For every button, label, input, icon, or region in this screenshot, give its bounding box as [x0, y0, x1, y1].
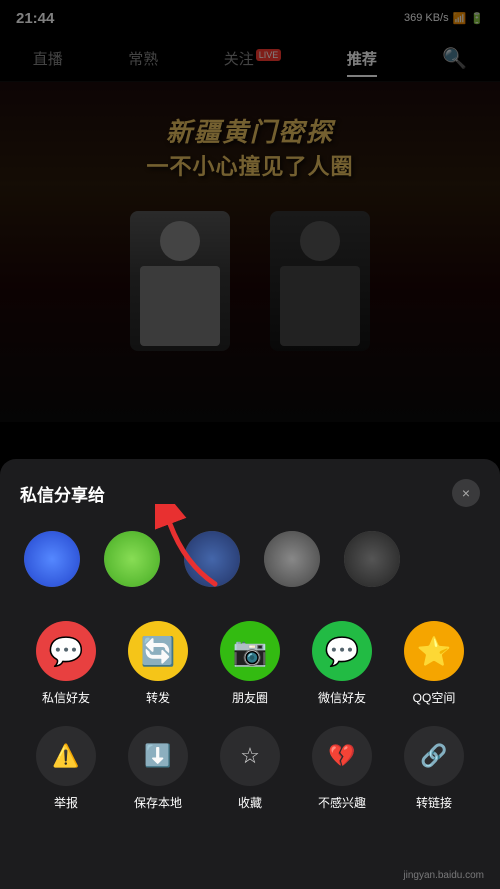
share-header: 私信分享给 ×: [20, 479, 480, 507]
avatar-blue: [24, 531, 80, 587]
contact-item-5[interactable]: [340, 531, 404, 593]
avatar-dark: [344, 531, 400, 587]
actions-row-2: ⚠️ 举报 ⬇️ 保存本地 ☆ 收藏 💔 不感兴趣 �: [20, 726, 480, 811]
repost-icon: 🔄: [141, 635, 176, 668]
arrow-indicator: [155, 504, 225, 599]
contacts-row: [20, 531, 480, 593]
action-circle-link: 🔗: [404, 726, 464, 786]
action-favorite[interactable]: ☆ 收藏: [220, 726, 280, 811]
action-label-save: 保存本地: [134, 794, 182, 811]
moments-icon: 📷: [233, 635, 268, 668]
contact-avatar-5: [344, 531, 400, 587]
favorite-icon: ☆: [240, 743, 260, 769]
action-qq-zone[interactable]: ⭐ QQ空间: [404, 621, 464, 706]
action-circle-favorite: ☆: [220, 726, 280, 786]
contact-avatar-2: [104, 531, 160, 587]
save-icon: ⬇️: [144, 743, 171, 769]
action-save-local[interactable]: ⬇️ 保存本地: [128, 726, 188, 811]
action-wechat[interactable]: 💬 微信好友: [312, 621, 372, 706]
action-report[interactable]: ⚠️ 举报: [36, 726, 96, 811]
contact-item-4[interactable]: [260, 531, 324, 593]
action-label-wechat: 微信好友: [318, 689, 366, 706]
not-interested-icon: 💔: [328, 743, 355, 769]
action-copy-link[interactable]: 🔗 转链接: [404, 726, 464, 811]
close-button[interactable]: ×: [452, 479, 480, 507]
action-circle-not-interested: 💔: [312, 726, 372, 786]
share-title: 私信分享给: [20, 481, 105, 506]
action-not-interested[interactable]: 💔 不感兴趣: [312, 726, 372, 811]
action-label-not-interested: 不感兴趣: [318, 794, 366, 811]
share-sheet: 私信分享给 ×: [0, 459, 500, 889]
action-circle-moments: 📷: [220, 621, 280, 681]
avatar-green: [104, 531, 160, 587]
action-label-private: 私信好友: [42, 689, 90, 706]
avatar-gray: [264, 531, 320, 587]
action-repost[interactable]: 🔄 转发: [128, 621, 188, 706]
contact-item-1[interactable]: [20, 531, 84, 593]
action-circle-repost: 🔄: [128, 621, 188, 681]
link-icon: 🔗: [420, 743, 447, 769]
action-circle-qq: ⭐: [404, 621, 464, 681]
wechat-icon: 💬: [325, 635, 360, 668]
action-circle-report: ⚠️: [36, 726, 96, 786]
contact-avatar-1: [24, 531, 80, 587]
report-icon: ⚠️: [52, 743, 79, 769]
qq-icon: ⭐: [417, 635, 452, 668]
action-moments[interactable]: 📷 朋友圈: [220, 621, 280, 706]
watermark: jingyan.baidu.com: [403, 870, 484, 881]
action-label-report: 举报: [54, 794, 78, 811]
action-circle-wechat: 💬: [312, 621, 372, 681]
action-label-qq: QQ空间: [413, 689, 456, 706]
action-label-favorite: 收藏: [238, 794, 262, 811]
action-private-message[interactable]: 💬 私信好友: [36, 621, 96, 706]
action-label-repost: 转发: [146, 689, 170, 706]
close-icon: ×: [462, 485, 470, 501]
action-circle-private: 💬: [36, 621, 96, 681]
action-circle-save: ⬇️: [128, 726, 188, 786]
action-label-link: 转链接: [416, 794, 452, 811]
action-label-moments: 朋友圈: [232, 689, 268, 706]
contact-avatar-4: [264, 531, 320, 587]
private-message-icon: 💬: [49, 635, 84, 668]
actions-row-1: 💬 私信好友 🔄 转发 📷 朋友圈 💬 微信好友: [20, 621, 480, 706]
red-arrow-svg: [155, 504, 225, 594]
